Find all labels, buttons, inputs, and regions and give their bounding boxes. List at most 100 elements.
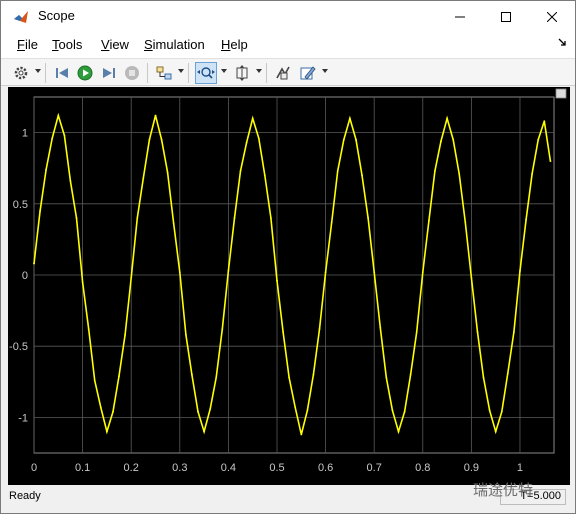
x-tick-label: 0.7 (367, 462, 382, 474)
series-point (185, 333, 187, 336)
series-point (409, 373, 412, 376)
run-button[interactable] (74, 62, 96, 84)
series-point (458, 173, 461, 175)
style-dropdown-icon[interactable] (322, 69, 328, 73)
series-point (440, 140, 442, 142)
cursor-measure-icon (276, 66, 290, 80)
undock-icon[interactable] (558, 38, 567, 50)
toolbar-separator (147, 63, 148, 83)
x-tick-label: 0.8 (415, 462, 430, 474)
x-tick-label: 0.2 (124, 462, 139, 474)
series-point (294, 406, 297, 409)
scope-chart[interactable]: 0 0.1 0.2 0.3 0.4 0.5 0.6 0.7 0.8 0.9 1 1 0.5 0 -0.5 -1 (8, 87, 570, 485)
minimize-button[interactable] (437, 1, 483, 32)
series-point (154, 114, 157, 117)
run-icon (77, 65, 93, 81)
series-point (391, 409, 394, 412)
maximize-icon (501, 11, 511, 22)
series-point (525, 218, 527, 221)
series-point (112, 410, 114, 413)
series-point (136, 217, 139, 219)
series-point (434, 170, 436, 172)
signal-selector-button[interactable] (153, 62, 175, 84)
series-point (270, 217, 272, 219)
menu-tools[interactable]: Tools (52, 37, 82, 52)
series-point (282, 331, 284, 333)
series-point (257, 137, 260, 140)
series-point (227, 269, 230, 272)
expand-plot-icon (555, 88, 567, 99)
series-point (130, 276, 133, 279)
series-point (51, 137, 54, 140)
scale-axes-dropdown-icon[interactable] (256, 69, 262, 73)
scale-axes-button[interactable] (231, 62, 253, 84)
series-point (403, 410, 406, 413)
series-point (367, 217, 369, 219)
menu-help[interactable]: Help (221, 37, 248, 52)
title-bar[interactable]: Scope (1, 1, 575, 32)
y-tick-label: 0 (22, 270, 28, 282)
series-point (69, 180, 72, 182)
zoom-button[interactable] (195, 62, 217, 84)
step-back-button[interactable] (51, 62, 73, 84)
scope-window: Scope File Tools View Simulation Help 0 … (0, 0, 576, 514)
toolbar-separator (188, 63, 189, 83)
menu-simulation[interactable]: Simulation (144, 37, 205, 52)
series-point (166, 171, 169, 174)
signal-selector-dropdown-icon[interactable] (178, 69, 184, 73)
series-point (57, 114, 60, 117)
zoom-dropdown-icon[interactable] (221, 69, 227, 73)
stop-icon (125, 66, 139, 80)
window-title: Scope (38, 8, 75, 23)
series-point (349, 117, 351, 120)
series-point (172, 222, 175, 225)
series-point (415, 331, 418, 333)
y-tick-label: 0.5 (13, 199, 28, 211)
series-point (39, 210, 41, 212)
series-point (379, 326, 382, 329)
settings-button[interactable] (10, 62, 32, 84)
step-forward-button[interactable] (98, 62, 120, 84)
y-tick-label: 1 (22, 128, 28, 140)
toolbar-separator (45, 63, 46, 83)
series-point (531, 173, 533, 175)
series-point (513, 331, 515, 333)
series-point (318, 328, 321, 330)
cursor-measure-button[interactable] (272, 62, 294, 84)
series-point (330, 221, 333, 224)
series-point (476, 331, 479, 333)
series-point (336, 170, 339, 172)
menu-file[interactable]: File (17, 37, 38, 52)
minimize-icon (455, 16, 465, 17)
series-point (519, 269, 521, 272)
close-button[interactable] (529, 1, 575, 32)
series-point (385, 376, 388, 379)
x-tick-label: 0.6 (318, 462, 333, 474)
close-icon (547, 11, 557, 22)
series-point (203, 430, 206, 433)
stop-button[interactable] (121, 62, 143, 84)
series-point (75, 217, 78, 219)
series-point (312, 373, 315, 376)
settings-icon (14, 66, 28, 80)
menu-view[interactable]: View (101, 37, 129, 52)
menu-bar: File Tools View Simulation Help (1, 32, 575, 58)
series-point (33, 262, 35, 265)
series-point (81, 281, 84, 283)
scope-plot-area[interactable]: 0 0.1 0.2 0.3 0.4 0.5 0.6 0.7 0.8 0.9 1 1 0.5 0 -0.5 -1 (8, 87, 570, 485)
x-tick-label: 0.5 (269, 462, 284, 474)
series-point (421, 271, 424, 274)
settings-dropdown-icon[interactable] (35, 69, 41, 73)
x-tick-label: 0.3 (172, 462, 187, 474)
series-point (482, 376, 485, 379)
series-point (537, 138, 540, 141)
series-point (397, 430, 400, 433)
maximize-button[interactable] (483, 1, 529, 32)
series-point (543, 120, 546, 123)
x-tick-label: 0.9 (464, 462, 479, 474)
style-button[interactable] (297, 62, 319, 84)
toolbar-separator (266, 63, 267, 83)
series-point (470, 276, 473, 279)
series-point (118, 375, 120, 377)
series-point (488, 409, 491, 412)
